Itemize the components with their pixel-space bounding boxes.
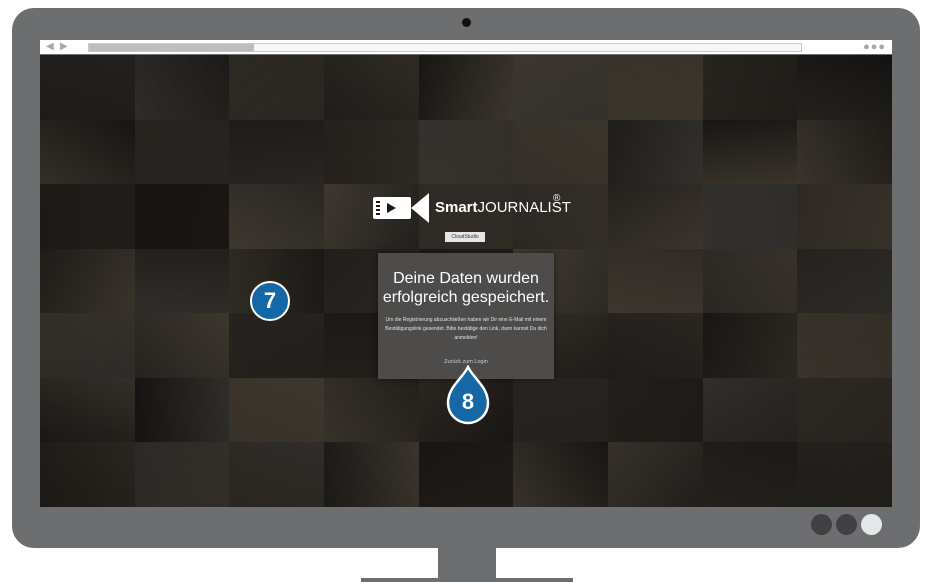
cloudstudio-badge: CloudStudio [445,232,485,242]
annotation-marker-7: 7 [250,281,290,321]
back-arrow-icon[interactable]: ◀ [46,42,54,52]
camera-lens-icon [411,193,429,223]
film-perforation-icon [376,201,380,215]
monitor-stand-neck [438,548,496,578]
browser-toolbar: ◀ ▶ ●●● [40,40,892,54]
address-bar-placeholder-fill [89,44,254,51]
play-icon [387,203,396,213]
logo-text-bold: Smart [435,199,478,216]
confirmation-title-line2: erfolgreich gespeichert. [382,289,550,306]
forward-arrow-icon[interactable]: ▶ [60,42,68,52]
annotation-marker-8: 8 [444,364,492,425]
confirmation-card: Deine Daten wurden erfolgreich gespeiche… [378,253,554,379]
address-bar[interactable] [88,43,802,52]
confirmation-title: Deine Daten wurden erfolgreich gespeiche… [378,269,554,307]
monitor-stand-base [361,578,573,582]
monitor-button-1[interactable] [811,514,832,535]
confirmation-title-line1: Deine Daten wurden [393,270,539,287]
monitor-button-3[interactable] [861,514,882,535]
registered-mark: ® [553,193,561,204]
logo-wordmark: SmartJOURNALIST [435,199,571,216]
webcam-icon [462,18,471,27]
login-page-screen: SmartJOURNALIST ® CloudStudio Deine Date… [40,55,892,507]
confirmation-message: Um die Registrierung abzuschließen haben… [385,317,547,341]
window-menu-icon[interactable]: ●●● [863,40,886,54]
monitor-button-2[interactable] [836,514,857,535]
annotation-marker-8-number: 8 [461,389,475,414]
